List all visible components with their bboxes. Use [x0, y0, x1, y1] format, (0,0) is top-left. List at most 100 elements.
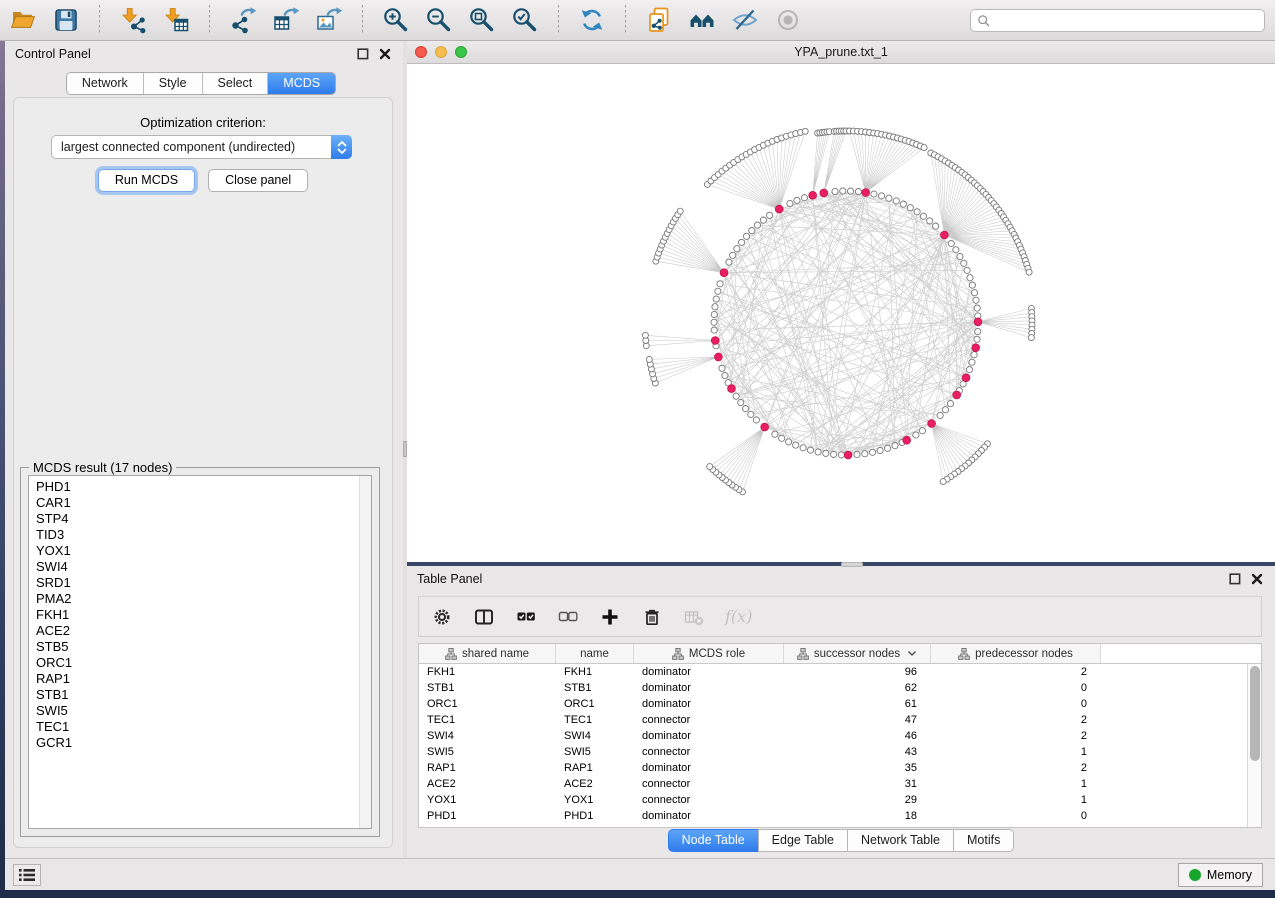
graph-node[interactable]	[840, 188, 846, 194]
cell-predecessor-nodes[interactable]: 2	[931, 762, 1101, 774]
graph-node[interactable]	[920, 213, 926, 219]
cell-predecessor-nodes[interactable]: 2	[931, 730, 1101, 742]
graph-node[interactable]	[862, 451, 868, 457]
table-row[interactable]: SWI4SWI4dominator462	[419, 728, 1247, 744]
graph-node-dominator[interactable]	[715, 353, 723, 361]
save-session-icon[interactable]	[51, 5, 81, 35]
graph-node[interactable]	[793, 442, 799, 448]
cell-successor-nodes[interactable]: 29	[784, 794, 931, 806]
graph-node[interactable]	[738, 239, 744, 245]
cell-predecessor-nodes[interactable]: 1	[931, 794, 1101, 806]
show-columns-icon[interactable]	[473, 606, 495, 628]
mcds-result-item[interactable]: GCR1	[36, 735, 371, 751]
hide-details-icon[interactable]	[730, 5, 760, 35]
graph-node[interactable]	[823, 450, 829, 456]
cell-name[interactable]: YOX1	[556, 794, 634, 806]
graph-node[interactable]	[838, 452, 844, 458]
graph-node[interactable]	[726, 259, 732, 265]
mcds-result-item[interactable]: RAP1	[36, 671, 371, 687]
close-panel-icon[interactable]	[377, 46, 393, 62]
tab-motifs[interactable]: Motifs	[953, 829, 1014, 852]
open-file-icon[interactable]	[8, 5, 38, 35]
graph-node[interactable]	[877, 447, 883, 453]
graph-node-dominator[interactable]	[974, 318, 982, 326]
graph-node[interactable]	[848, 188, 854, 194]
graph-node[interactable]	[973, 297, 979, 303]
graph-node[interactable]	[961, 260, 967, 266]
cell-MCDS-role[interactable]: connector	[634, 778, 784, 790]
graph-node[interactable]	[794, 197, 800, 203]
maximize-window-icon[interactable]	[455, 46, 467, 58]
cell-shared-name[interactable]: PHD1	[419, 810, 556, 822]
graph-node[interactable]	[677, 208, 683, 214]
tab-select[interactable]: Select	[203, 73, 269, 94]
graph-node[interactable]	[971, 352, 977, 358]
cell-MCDS-role[interactable]: connector	[634, 746, 784, 758]
table-row[interactable]: FKH1FKH1dominator962	[419, 664, 1247, 680]
graph-node-dominator[interactable]	[728, 385, 736, 393]
mcds-result-item[interactable]: TID3	[36, 527, 371, 543]
cell-shared-name[interactable]: SWI5	[419, 746, 556, 758]
graph-node[interactable]	[707, 464, 713, 470]
graph-node-dominator[interactable]	[761, 423, 769, 431]
table-row[interactable]: ACE2ACE2connector311	[419, 776, 1247, 792]
column-header-MCDS-role[interactable]: MCDS role	[634, 644, 784, 663]
task-history-button[interactable]	[13, 864, 41, 886]
add-column-icon[interactable]	[599, 606, 621, 628]
graph-node[interactable]	[957, 253, 963, 259]
graph-node-dominator[interactable]	[844, 451, 852, 459]
table-row[interactable]: TEC1TEC1connector472	[419, 712, 1247, 728]
tab-network-table[interactable]: Network Table	[847, 829, 954, 852]
tab-mcds[interactable]: MCDS	[268, 73, 335, 94]
cell-MCDS-role[interactable]: connector	[634, 794, 784, 806]
import-network-icon[interactable]	[118, 5, 148, 35]
zoom-out-icon[interactable]	[424, 5, 454, 35]
cell-successor-nodes[interactable]: 61	[784, 698, 931, 710]
graph-node[interactable]	[878, 193, 884, 199]
graph-node-dominator[interactable]	[775, 205, 783, 213]
cell-shared-name[interactable]: YOX1	[419, 794, 556, 806]
mcds-result-item[interactable]: SRD1	[36, 575, 371, 591]
column-header-shared-name[interactable]: shared name	[419, 644, 556, 663]
graph-node-dominator[interactable]	[862, 189, 870, 197]
run-mcds-button[interactable]: Run MCDS	[98, 169, 195, 192]
graph-node[interactable]	[855, 189, 861, 195]
cell-predecessor-nodes[interactable]: 2	[931, 714, 1101, 726]
graph-node[interactable]	[719, 365, 725, 371]
graph-node[interactable]	[948, 240, 954, 246]
graph-node[interactable]	[831, 451, 837, 457]
graph-node-dominator[interactable]	[972, 344, 980, 352]
cell-name[interactable]: TEC1	[556, 714, 634, 726]
table-row[interactable]: SWI5SWI5connector431	[419, 744, 1247, 760]
graph-node[interactable]	[854, 451, 860, 457]
graph-node[interactable]	[801, 195, 807, 201]
graph-node[interactable]	[738, 399, 744, 405]
graph-node[interactable]	[646, 356, 652, 362]
refresh-network-icon[interactable]	[577, 5, 607, 35]
graph-node[interactable]	[900, 201, 906, 207]
graph-node[interactable]	[940, 479, 946, 485]
cell-MCDS-role[interactable]: dominator	[634, 698, 784, 710]
graph-node[interactable]	[730, 252, 736, 258]
mcds-result-item[interactable]: ORC1	[36, 655, 371, 671]
graph-node[interactable]	[800, 445, 806, 451]
graph-node[interactable]	[871, 191, 877, 197]
graph-node[interactable]	[893, 198, 899, 204]
graph-node[interactable]	[907, 205, 913, 211]
graph-node-dominator[interactable]	[928, 420, 936, 428]
cell-shared-name[interactable]: ORC1	[419, 698, 556, 710]
cell-successor-nodes[interactable]: 62	[784, 682, 931, 694]
graph-node[interactable]	[753, 417, 759, 423]
zoom-selected-icon[interactable]	[510, 5, 540, 35]
mcds-result-item[interactable]: YOX1	[36, 543, 371, 559]
column-header-predecessor-nodes[interactable]: predecessor nodes	[931, 644, 1101, 663]
cell-predecessor-nodes[interactable]: 2	[931, 666, 1101, 678]
graph-node[interactable]	[971, 290, 977, 296]
minimize-window-icon[interactable]	[435, 46, 447, 58]
graph-node[interactable]	[927, 218, 933, 224]
graph-node[interactable]	[974, 305, 980, 311]
mcds-result-item[interactable]: PMA2	[36, 591, 371, 607]
graph-node[interactable]	[715, 288, 721, 294]
graph-node[interactable]	[711, 311, 717, 317]
cell-predecessor-nodes[interactable]: 0	[931, 810, 1101, 822]
